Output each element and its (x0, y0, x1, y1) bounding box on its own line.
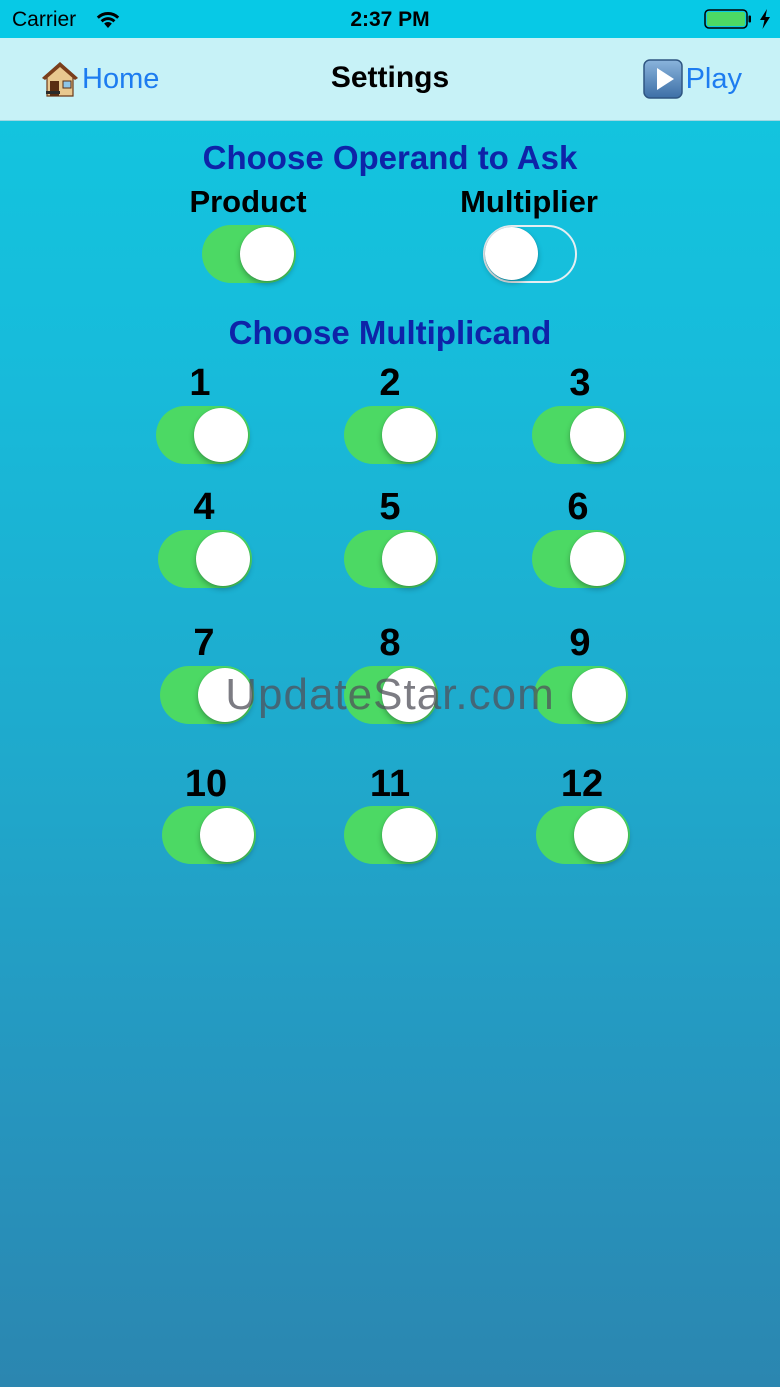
multiplicand-toggle-9[interactable] (534, 666, 628, 724)
multiplier-label: Multiplier (460, 184, 598, 219)
multiplicand-toggle-5[interactable] (344, 530, 438, 588)
multiplicand-toggle-2[interactable] (344, 406, 438, 464)
navigation-bar: Home Settings Play (0, 38, 780, 121)
multiplicand-label-10: 10 (184, 763, 228, 805)
status-time: 2:37 PM (350, 8, 430, 31)
multiplicand-toggle-12[interactable] (536, 806, 630, 864)
multiplicand-label-7: 7 (193, 622, 215, 664)
multiplicand-label-1: 1 (189, 362, 211, 404)
toggle-knob (570, 408, 624, 462)
toggle-knob (382, 808, 436, 862)
multiplicand-toggle-11[interactable] (344, 806, 438, 864)
toggle-knob (194, 408, 248, 462)
toggle-knob (572, 668, 626, 722)
multiplicand-label-11: 11 (369, 763, 411, 805)
play-label: Play (685, 62, 742, 95)
toggle-knob (570, 532, 624, 586)
toggle-knob (200, 808, 254, 862)
toggle-knob (240, 227, 294, 281)
play-button[interactable]: Play (642, 58, 742, 100)
product-toggle[interactable] (202, 225, 296, 283)
toggle-knob (196, 532, 250, 586)
multiplicand-label-9: 9 (569, 622, 591, 664)
toggle-knob (485, 227, 538, 280)
toggle-knob (382, 408, 436, 462)
product-label: Product (189, 184, 307, 219)
toggle-knob (382, 668, 436, 722)
multiplicand-toggle-8[interactable] (344, 666, 438, 724)
multiplicand-toggle-4[interactable] (158, 530, 252, 588)
multiplicand-label-5: 5 (379, 486, 401, 528)
toggle-knob (574, 808, 628, 862)
multiplier-toggle[interactable] (483, 225, 577, 283)
multiplicand-label-6: 6 (567, 486, 589, 528)
multiplicand-section-title: Choose Multiplicand (228, 314, 552, 351)
toggle-knob (382, 532, 436, 586)
operand-section-title: Choose Operand to Ask (202, 139, 578, 176)
multiplicand-toggle-3[interactable] (532, 406, 626, 464)
multiplicand-toggle-10[interactable] (162, 806, 256, 864)
multiplicand-toggle-7[interactable] (160, 666, 254, 724)
multiplicand-toggle-1[interactable] (156, 406, 250, 464)
multiplicand-label-3: 3 (569, 362, 591, 404)
multiplicand-label-4: 4 (193, 486, 215, 528)
multiplicand-toggle-6[interactable] (532, 530, 626, 588)
status-bar: Carrier 2:37 PM (0, 0, 780, 38)
play-icon (642, 59, 683, 99)
charging-bolt-icon (760, 9, 770, 29)
battery-icon (704, 9, 751, 29)
multiplicand-label-2: 2 (379, 362, 401, 404)
toggle-knob (198, 668, 252, 722)
multiplicand-label-12: 12 (560, 763, 604, 805)
multiplicand-label-8: 8 (379, 622, 401, 664)
